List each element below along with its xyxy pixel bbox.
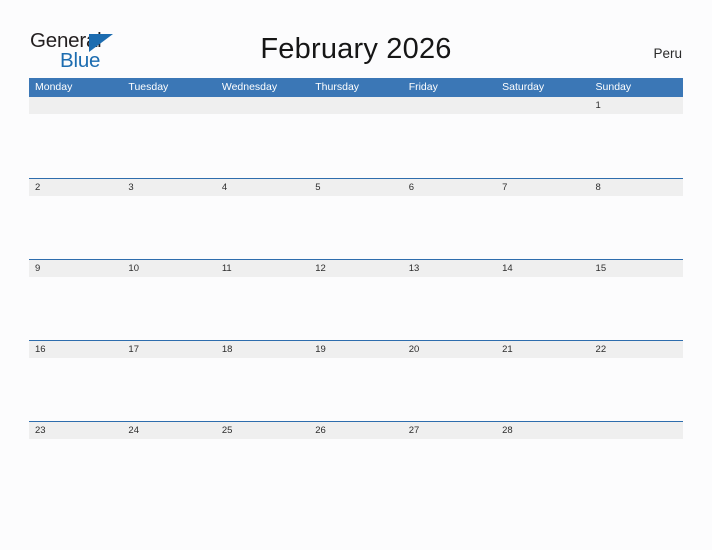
day-number: 25	[221, 425, 233, 436]
day-number: 4	[221, 182, 228, 193]
weekday-header-saturday: Saturday	[502, 81, 545, 93]
day-band	[309, 179, 403, 196]
day-number: 15	[595, 263, 607, 274]
day-band	[402, 97, 497, 114]
day-cell[interactable]: 15	[589, 260, 683, 340]
weekday-header-monday: Monday	[35, 81, 73, 93]
day-cell[interactable]: 26	[309, 422, 403, 502]
page-title: February 2026	[260, 33, 452, 65]
day-number: 16	[35, 344, 46, 355]
day-cell[interactable]: 24	[122, 422, 216, 502]
day-cell[interactable]: 12	[309, 260, 403, 340]
day-cell[interactable]	[122, 97, 216, 178]
day-number: 26	[315, 425, 326, 436]
day-band	[29, 179, 123, 196]
day-cell[interactable]	[496, 97, 590, 178]
weekday-header-tuesday: Tuesday	[128, 81, 169, 93]
day-cell[interactable]: 5	[309, 179, 403, 259]
day-cell[interactable]	[29, 97, 123, 178]
day-band	[215, 179, 310, 196]
weekday-header-thursday: Thursday	[315, 81, 360, 93]
day-cell[interactable]: 3	[122, 179, 216, 259]
day-number: 9	[35, 263, 41, 274]
day-cell[interactable]: 28	[496, 422, 590, 502]
day-number: 12	[315, 263, 326, 274]
day-cell[interactable]: 17	[122, 341, 216, 421]
day-number: 11	[221, 263, 232, 274]
day-cell[interactable]: 1	[589, 97, 683, 178]
weekday-header-sunday: Sunday	[595, 81, 632, 93]
day-band	[496, 179, 590, 196]
day-cell[interactable]	[589, 422, 683, 502]
week-row: 16 17 18 19 20 21 22	[29, 340, 683, 421]
day-band	[496, 97, 590, 114]
day-band	[402, 179, 497, 196]
day-cell[interactable]: 6	[402, 179, 497, 259]
day-number: 18	[221, 344, 233, 355]
day-number: 27	[408, 425, 420, 436]
region-label: Peru	[653, 46, 682, 61]
day-cell[interactable]: 14	[496, 260, 590, 340]
day-number: 21	[502, 344, 513, 355]
day-cell[interactable]: 4	[215, 179, 310, 259]
day-number: 8	[595, 182, 601, 193]
day-number: 1	[595, 100, 601, 111]
day-cell[interactable]: 7	[496, 179, 590, 259]
day-number: 13	[408, 263, 420, 274]
day-band	[589, 97, 683, 114]
week-row: 1	[29, 97, 683, 178]
day-cell[interactable]: 8	[589, 179, 683, 259]
week-row: 9 10 11 12 13 14 15	[29, 259, 683, 340]
day-number: 20	[408, 344, 420, 355]
week-row: 2 3 4 5 6 7 8	[29, 178, 683, 259]
day-number: 7	[502, 182, 508, 193]
day-band	[589, 179, 683, 196]
day-band	[122, 97, 216, 114]
day-cell[interactable]: 27	[402, 422, 497, 502]
day-number: 22	[595, 344, 607, 355]
week-row: 23 24 25 26 27 28	[29, 421, 683, 502]
day-band	[215, 97, 310, 114]
day-band	[122, 179, 216, 196]
day-number: 23	[35, 425, 46, 436]
day-number: 24	[128, 425, 139, 436]
page-header: General Blue February 2026 Peru	[0, 0, 712, 78]
day-cell[interactable]: 20	[402, 341, 497, 421]
calendar-grid: Monday Tuesday Wednesday Thursday Friday…	[29, 78, 683, 502]
weekday-header-row: Monday Tuesday Wednesday Thursday Friday…	[29, 78, 683, 97]
day-cell[interactable]: 2	[29, 179, 123, 259]
day-cell[interactable]: 19	[309, 341, 403, 421]
day-number: 28	[502, 425, 513, 436]
day-cell[interactable]: 23	[29, 422, 123, 502]
day-number: 10	[128, 263, 139, 274]
day-cell[interactable]	[309, 97, 403, 178]
day-cell[interactable]: 9	[29, 260, 123, 340]
day-cell[interactable]: 11	[215, 260, 310, 340]
day-cell[interactable]: 10	[122, 260, 216, 340]
day-cell[interactable]: 22	[589, 341, 683, 421]
day-number: 19	[315, 344, 326, 355]
day-cell[interactable]: 18	[215, 341, 310, 421]
calendar-page: General Blue February 2026 Peru Monday T…	[0, 0, 712, 550]
day-number: 3	[128, 182, 134, 193]
day-cell[interactable]: 13	[402, 260, 497, 340]
day-band	[589, 422, 683, 439]
day-number: 6	[408, 182, 414, 193]
day-number: 2	[35, 182, 41, 193]
weekday-header-wednesday: Wednesday	[221, 81, 278, 93]
day-cell[interactable]: 16	[29, 341, 123, 421]
day-band	[29, 260, 123, 277]
day-number: 5	[315, 182, 321, 193]
day-cell[interactable]: 25	[215, 422, 310, 502]
day-cell[interactable]	[215, 97, 310, 178]
day-number: 14	[502, 263, 513, 274]
day-band	[29, 97, 123, 114]
day-cell[interactable]	[402, 97, 497, 178]
day-band	[309, 97, 403, 114]
day-cell[interactable]: 21	[496, 341, 590, 421]
day-number: 17	[128, 344, 139, 355]
weekday-header-friday: Friday	[408, 81, 438, 93]
